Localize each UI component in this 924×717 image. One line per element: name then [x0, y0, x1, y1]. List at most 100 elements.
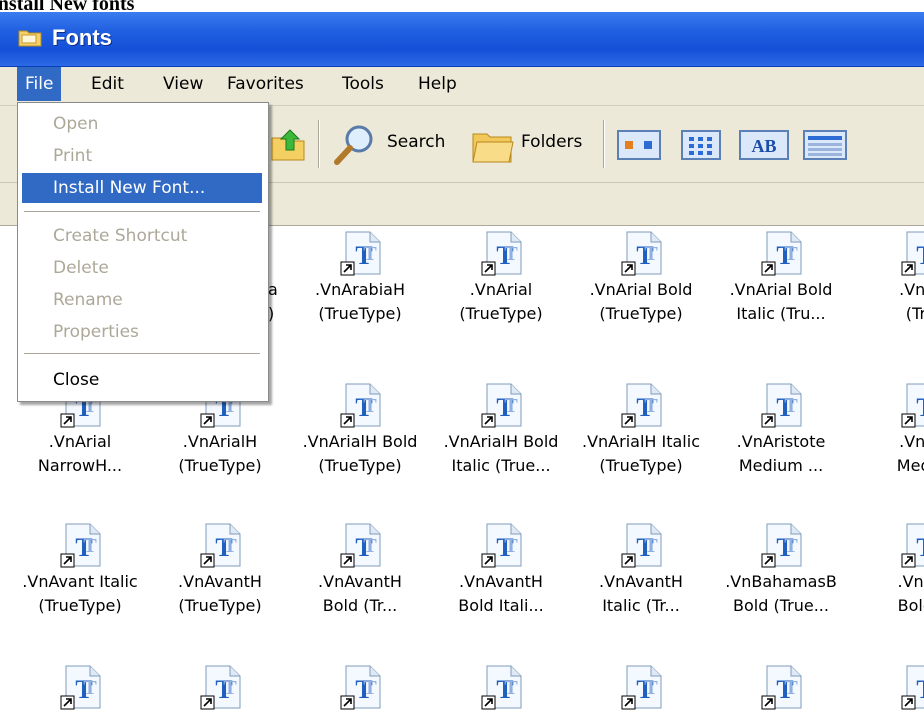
- svg-text:T: T: [363, 395, 377, 417]
- font-file-icon: TT: [901, 522, 924, 568]
- icons-view-icon[interactable]: [681, 130, 721, 160]
- toolbar-separator: [603, 120, 605, 168]
- toolbar-separator: [318, 120, 320, 168]
- svg-text:T: T: [784, 243, 798, 265]
- font-file-icon: TT: [901, 664, 924, 710]
- svg-text:T: T: [784, 395, 798, 417]
- font-file-icon: TT: [761, 664, 805, 710]
- font-file-label: .VnAvantH Bold Itali...: [458, 572, 544, 615]
- svg-text:T: T: [644, 535, 658, 557]
- up-folder-icon[interactable]: [268, 124, 308, 164]
- font-file-icon: TT: [200, 664, 244, 710]
- font-file-label: .VnAvantH Italic (Tr...: [599, 572, 683, 615]
- partial-label: a ): [268, 280, 278, 323]
- menu-item-create-shortcut[interactable]: Create Shortcut: [22, 221, 262, 251]
- menu-favorites[interactable]: Favorites: [219, 67, 312, 101]
- font-file-icon: TT: [340, 664, 384, 710]
- font-file-label: .VnAristote Medium ...: [736, 432, 826, 475]
- folders-button[interactable]: Folders: [521, 132, 582, 152]
- font-file-label: .VnBahamasB Bold (True...: [725, 572, 837, 615]
- menu-item-rename[interactable]: Rename: [22, 285, 262, 315]
- menu-item-open[interactable]: Open: [22, 109, 262, 139]
- font-file-icon: TT: [761, 382, 805, 428]
- window-title: Fonts: [52, 25, 112, 50]
- svg-text:T: T: [644, 243, 658, 265]
- font-file-icon: TT: [481, 522, 525, 568]
- font-file-icon: TT: [340, 382, 384, 428]
- font-file-icon: TT: [621, 522, 665, 568]
- font-file-label: .VnBa Bold (: [897, 572, 924, 615]
- font-file-label: .VnArial NarrowH...: [37, 432, 123, 475]
- search-icon[interactable]: [332, 122, 378, 166]
- menu-item-install-new-font[interactable]: Install New Font...: [22, 173, 262, 203]
- menu-file[interactable]: File: [17, 67, 62, 101]
- svg-text:T: T: [83, 677, 97, 699]
- svg-text:T: T: [644, 677, 658, 699]
- page-caption: Install New fonts: [0, 0, 135, 12]
- font-file-label: .VnArial Bold Italic (Tru...: [729, 280, 833, 323]
- font-file-label: .VnArabiaH (TrueType): [315, 280, 405, 323]
- font-file-label: .VnArialH Italic (TrueType): [582, 432, 700, 475]
- font-file-icon: TT: [200, 522, 244, 568]
- font-file-label: .VnAvantH (TrueType): [178, 572, 262, 615]
- svg-text:T: T: [223, 677, 237, 699]
- font-file-icon: TT: [340, 230, 384, 276]
- svg-text:T: T: [916, 533, 924, 562]
- svg-text:T: T: [223, 535, 237, 557]
- svg-text:T: T: [784, 535, 798, 557]
- font-file-label: .VnArial (TrueType): [459, 280, 543, 323]
- svg-text:T: T: [784, 677, 798, 699]
- svg-text:AB: AB: [751, 136, 776, 156]
- font-file-icon: TT: [481, 664, 525, 710]
- menu-item-close[interactable]: Close: [22, 365, 262, 395]
- file-menu: Open Print Install New Font... Create Sh…: [17, 102, 269, 402]
- svg-text:T: T: [916, 241, 924, 270]
- font-file-label: .VnArialH (TrueType): [178, 432, 262, 475]
- svg-text:T: T: [363, 535, 377, 557]
- menu-edit[interactable]: Edit: [83, 67, 132, 101]
- details-view-icon[interactable]: [803, 130, 847, 160]
- list-view-icon[interactable]: AB: [739, 130, 789, 160]
- menu-item-print[interactable]: Print: [22, 141, 262, 171]
- menu-view[interactable]: View: [155, 67, 211, 101]
- font-file-icon: TT: [340, 522, 384, 568]
- font-file-label: .VnAvantH Bold (Tr...: [318, 572, 402, 615]
- font-file-icon: TT: [621, 230, 665, 276]
- thumbnails-view-icon[interactable]: [617, 130, 661, 160]
- svg-text:T: T: [644, 395, 658, 417]
- font-file-label: .VnArial Bold (TrueType): [589, 280, 693, 323]
- menu-bar: File Edit View Favorites Tools Help: [0, 67, 924, 106]
- font-file-label: .VnArialH Bold (TrueType): [302, 432, 418, 475]
- svg-text:T: T: [916, 393, 924, 422]
- svg-text:T: T: [504, 243, 518, 265]
- folders-icon[interactable]: [471, 126, 515, 166]
- svg-text:T: T: [504, 677, 518, 699]
- menu-tools[interactable]: Tools: [334, 67, 392, 101]
- svg-text:T: T: [504, 395, 518, 417]
- font-file-label: .VnAr Mediu: [896, 432, 924, 475]
- font-file-label: .VnAvant Italic (TrueType): [22, 572, 138, 615]
- svg-text:T: T: [916, 675, 924, 704]
- font-file-icon: TT: [481, 382, 525, 428]
- search-button[interactable]: Search: [387, 132, 445, 152]
- font-file-icon: TT: [621, 664, 665, 710]
- menu-item-delete[interactable]: Delete: [22, 253, 262, 283]
- svg-text:T: T: [504, 535, 518, 557]
- font-file-icon: TT: [60, 522, 104, 568]
- font-file-icon: TT: [761, 230, 805, 276]
- font-file-label: .VnAr (Tru: [899, 280, 924, 323]
- svg-text:T: T: [83, 535, 97, 557]
- folder-icon: [18, 30, 42, 47]
- menu-help[interactable]: Help: [410, 67, 465, 101]
- font-file-icon: TT: [481, 230, 525, 276]
- font-file-icon: TT: [901, 382, 924, 428]
- menu-separator: [24, 211, 260, 212]
- font-file-icon: TT: [621, 382, 665, 428]
- font-file-icon: TT: [761, 522, 805, 568]
- menu-separator: [24, 353, 260, 354]
- font-file-icon: TT: [60, 664, 104, 710]
- svg-text:T: T: [363, 243, 377, 265]
- title-bar[interactable]: Fonts: [0, 12, 924, 67]
- menu-item-properties[interactable]: Properties: [22, 317, 262, 347]
- svg-text:T: T: [363, 677, 377, 699]
